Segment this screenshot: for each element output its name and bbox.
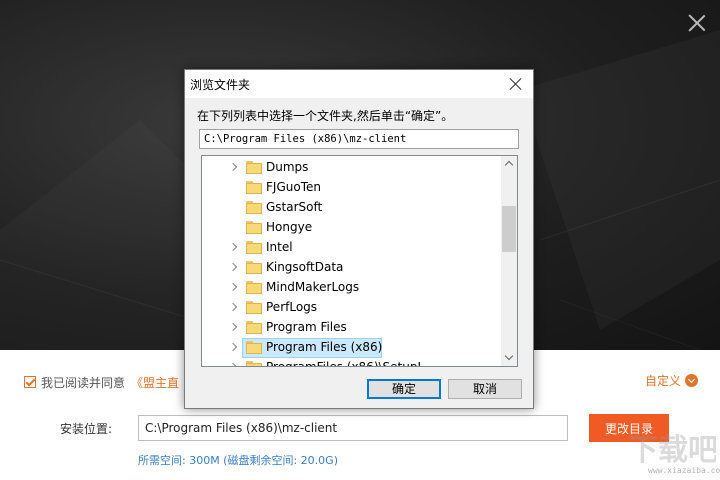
folder-label: MindMakerLogs bbox=[266, 280, 360, 294]
custom-label: 自定义 bbox=[645, 374, 682, 388]
watermark-url: www.xiazaiba.com bbox=[648, 466, 720, 475]
folder-label: Intel bbox=[266, 240, 293, 254]
agreement-row: 我已阅读并同意 《盟主直 bbox=[24, 374, 179, 390]
folder-icon bbox=[246, 301, 262, 314]
cancel-button[interactable]: 取消 bbox=[448, 379, 522, 399]
folder-tree-item[interactable]: KingsoftData bbox=[202, 258, 500, 278]
folder-tree-item[interactable]: FJGuoTen bbox=[202, 178, 500, 198]
folder-tree-item[interactable]: ProgramFiles (x86)\SetupL bbox=[202, 358, 500, 367]
agree-text: 我已阅读并同意 bbox=[41, 375, 126, 390]
folder-label: Program Files (x86) bbox=[266, 340, 383, 354]
scrollbar-thumb[interactable] bbox=[502, 206, 516, 252]
chevron-right-icon[interactable] bbox=[228, 302, 238, 312]
folder-label: Hongye bbox=[266, 220, 313, 234]
folder-label: Program Files bbox=[266, 320, 347, 334]
folder-tree-item[interactable]: Dumps bbox=[202, 158, 500, 178]
folder-icon bbox=[246, 201, 262, 214]
folder-tree-item[interactable]: Program Files bbox=[202, 318, 500, 338]
folder-icon bbox=[246, 261, 262, 274]
dialog-titlebar[interactable]: 浏览文件夹 bbox=[185, 70, 533, 98]
dialog-title: 浏览文件夹 bbox=[190, 78, 251, 92]
install-location-input[interactable]: C:\Program Files (x86)\mz-client bbox=[138, 415, 568, 441]
folder-icon bbox=[246, 181, 262, 194]
folder-icon bbox=[246, 341, 262, 354]
chevron-right-icon[interactable] bbox=[228, 282, 238, 292]
browse-folder-dialog: 浏览文件夹 在下列列表中选择一个文件夹,然后单击“确定”。 C:\Program… bbox=[184, 69, 534, 409]
folder-icon bbox=[246, 321, 262, 334]
folder-tree[interactable]: Dumps FJGuoTen GstarSoft Hongye Intel Kingsof… bbox=[201, 155, 518, 367]
folder-tree-scrollbar[interactable] bbox=[501, 156, 517, 366]
folder-icon bbox=[246, 361, 262, 366]
installer-close-icon[interactable] bbox=[688, 14, 706, 32]
chevron-down-icon bbox=[685, 374, 699, 387]
folder-tree-item[interactable]: Intel bbox=[202, 238, 500, 258]
folder-icon bbox=[246, 281, 262, 294]
folder-tree-item[interactable]: PerfLogs bbox=[202, 298, 500, 318]
agreement-link[interactable]: 《盟主直 bbox=[131, 374, 179, 391]
chevron-right-icon[interactable] bbox=[228, 262, 238, 272]
chevron-right-icon[interactable] bbox=[228, 342, 238, 352]
folder-label: ProgramFiles (x86)\SetupL bbox=[266, 360, 425, 367]
dialog-instruction: 在下列列表中选择一个文件夹,然后单击“确定”。 bbox=[197, 109, 454, 123]
ok-button[interactable]: 确定 bbox=[367, 379, 441, 399]
dialog-close-icon[interactable] bbox=[509, 77, 523, 91]
folder-tree-item[interactable]: Hongye bbox=[202, 218, 500, 238]
scroll-up-arrow-icon[interactable] bbox=[501, 156, 517, 172]
folder-label: KingsoftData bbox=[266, 260, 344, 274]
custom-install-toggle[interactable]: 自定义 bbox=[645, 372, 699, 389]
selected-path-field[interactable]: C:\Program Files (x86)\mz-client bbox=[199, 129, 519, 149]
scroll-down-arrow-icon[interactable] bbox=[501, 350, 517, 366]
folder-label: PerfLogs bbox=[266, 300, 318, 314]
folder-label: FJGuoTen bbox=[266, 180, 321, 194]
folder-tree-list: Dumps FJGuoTen GstarSoft Hongye Intel Kingsof… bbox=[202, 158, 500, 367]
folder-tree-item[interactable]: Program Files (x86) bbox=[202, 338, 500, 358]
chevron-right-icon[interactable] bbox=[228, 322, 238, 332]
chevron-right-icon[interactable] bbox=[228, 362, 238, 366]
watermark-logo-text: 下载吧 bbox=[628, 433, 716, 468]
install-location-label: 安装位置: bbox=[60, 422, 113, 436]
folder-label: Dumps bbox=[266, 160, 309, 174]
chevron-right-icon[interactable] bbox=[228, 162, 238, 172]
folder-icon bbox=[246, 241, 262, 254]
agree-checkbox[interactable] bbox=[24, 376, 36, 388]
disk-space-info: 所需空间: 300M (磁盘剩余空间: 20.0G) bbox=[138, 454, 338, 467]
folder-tree-item[interactable]: MindMakerLogs bbox=[202, 278, 500, 298]
folder-tree-item[interactable]: GstarSoft bbox=[202, 198, 500, 218]
folder-icon bbox=[246, 221, 262, 234]
folder-label: GstarSoft bbox=[266, 200, 323, 214]
folder-icon bbox=[246, 161, 262, 174]
chevron-right-icon[interactable] bbox=[228, 242, 238, 252]
